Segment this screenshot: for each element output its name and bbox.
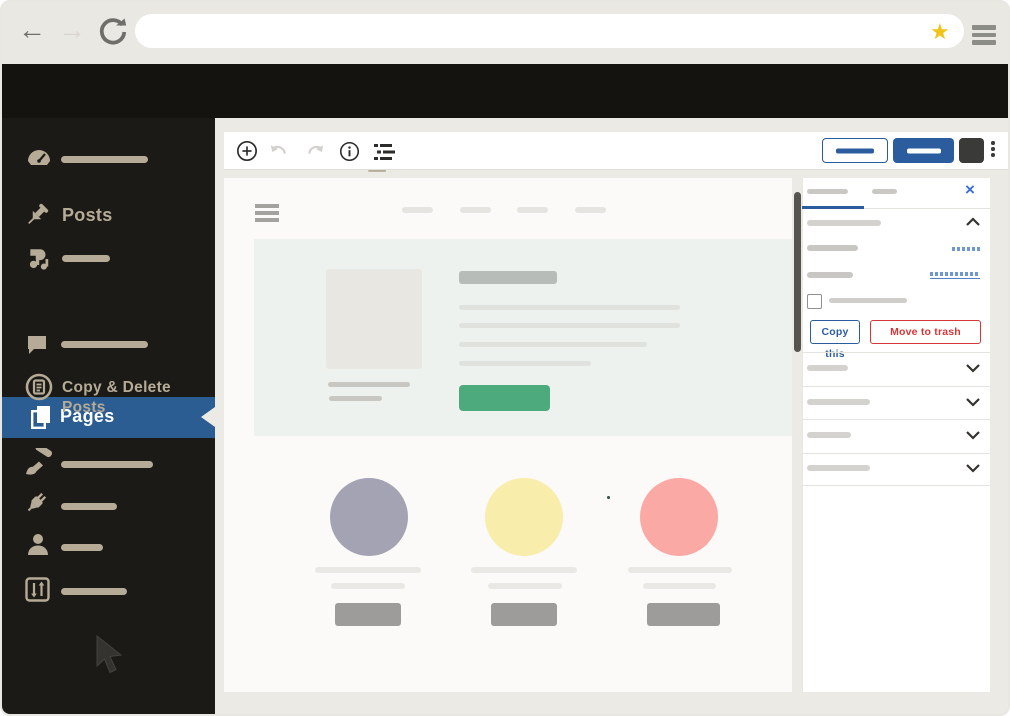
panel-collapsed-section-title	[807, 465, 870, 471]
redo-icon[interactable]	[306, 142, 326, 162]
undo-icon[interactable]	[268, 142, 288, 162]
panel-move-to-trash-button[interactable]: Move to trash	[870, 320, 981, 344]
sidebar-item-posts[interactable]: Posts	[62, 205, 113, 226]
panel-checkbox-label	[829, 298, 907, 303]
comments-icon[interactable]	[25, 333, 49, 357]
chevron-down-icon[interactable]	[965, 462, 981, 474]
sidebar-item-appearance[interactable]	[61, 461, 153, 468]
feature-button[interactable]	[647, 603, 720, 626]
panel-divider	[802, 352, 990, 353]
hero-image-placeholder	[326, 269, 422, 369]
back-arrow-icon[interactable]: ←	[18, 16, 46, 44]
panel-divider	[802, 419, 990, 420]
hero-caption-line	[329, 396, 382, 401]
panel-copy-this-button[interactable]: Copy this	[810, 320, 860, 360]
feature-circle-1	[330, 478, 408, 556]
feature-circle-3	[640, 478, 718, 556]
url-input[interactable]	[135, 14, 964, 48]
text-caret-dot	[607, 496, 610, 499]
sidebar-item-media[interactable]	[62, 255, 110, 262]
plugin-icon[interactable]	[24, 489, 50, 515]
wp-sidebar-menu: Posts Pages Copy & Delete Posts	[2, 118, 215, 714]
panel-tab-block[interactable]	[872, 189, 897, 194]
panel-collapsed-section-title	[807, 365, 848, 371]
panel-collapsed-section-title	[807, 432, 851, 438]
users-icon[interactable]	[25, 531, 51, 557]
hero-title-placeholder	[459, 271, 557, 284]
panel-field-label	[807, 272, 853, 278]
publish-label-placeholder	[906, 148, 941, 153]
chevron-down-icon[interactable]	[965, 429, 981, 441]
hero-cta-button[interactable]	[459, 385, 550, 411]
publish-button[interactable]	[893, 138, 954, 163]
sidebar-item-plugins[interactable]	[61, 503, 117, 510]
hero-text-line	[459, 323, 680, 328]
hero-text-line	[459, 305, 680, 310]
info-icon[interactable]	[339, 141, 360, 162]
feature-text-line	[628, 567, 732, 573]
list-view-icon[interactable]	[374, 143, 395, 161]
editor-scrollbar-thumb[interactable]	[794, 192, 801, 352]
feature-button[interactable]	[491, 603, 557, 626]
panel-field-value-link[interactable]	[952, 247, 980, 251]
preview-hamburger-icon	[255, 204, 279, 222]
chevron-up-icon[interactable]	[965, 216, 981, 228]
nav-link-placeholder	[517, 207, 548, 213]
nav-link-placeholder	[402, 207, 433, 213]
feature-circle-2	[485, 478, 563, 556]
wp-admin-bar: W + Copy this Copy & Delete [0]	[2, 64, 1008, 177]
panel-tab-document[interactable]	[807, 189, 848, 194]
appearance-brush-icon[interactable]	[24, 448, 52, 476]
mouse-cursor-icon	[95, 635, 127, 677]
sidebar-item-settings[interactable]	[61, 588, 127, 595]
sidebar-item-users[interactable]	[61, 544, 103, 551]
browser-toolbar: ← → ★	[2, 2, 1008, 64]
sidebar-item-comments[interactable]	[61, 341, 148, 348]
reload-icon[interactable]	[98, 17, 128, 47]
copy-delete-icon[interactable]	[25, 373, 53, 401]
block-inserter-icon[interactable]	[236, 140, 258, 162]
bookmark-star-icon[interactable]: ★	[930, 19, 950, 45]
panel-collapsed-section-title	[807, 399, 870, 405]
panel-checkbox[interactable]	[807, 294, 822, 309]
hero-caption-line	[328, 382, 410, 387]
chevron-down-icon[interactable]	[965, 396, 981, 408]
sidebar-item-dashboard[interactable]	[61, 156, 148, 163]
browser-menu-icon[interactable]	[972, 25, 996, 48]
panel-divider	[802, 453, 990, 454]
hero-text-line	[459, 342, 647, 347]
feature-button[interactable]	[335, 603, 401, 626]
active-item-arrow	[201, 407, 215, 427]
panel-field-value-link[interactable]	[930, 272, 980, 279]
feature-text-line	[331, 583, 405, 589]
feature-text-line	[471, 567, 577, 573]
panel-field-label	[807, 245, 858, 251]
pages-icon	[29, 405, 53, 431]
nav-link-placeholder	[575, 207, 606, 213]
pushpin-icon[interactable]	[24, 202, 50, 228]
nav-link-placeholder	[460, 207, 491, 213]
panel-divider	[802, 386, 990, 387]
settings-sliders-icon[interactable]	[25, 577, 50, 602]
dashboard-gauge-icon[interactable]	[27, 148, 51, 168]
panel-divider	[802, 485, 990, 486]
forward-arrow-icon[interactable]: →	[58, 16, 86, 44]
panel-section-title-placeholder	[807, 220, 881, 226]
browser-window: ← → ★ W + Copy this Copy & Delete [0]	[0, 0, 1010, 716]
settings-toggle-button[interactable]	[959, 138, 984, 163]
media-icon[interactable]	[26, 246, 52, 272]
feature-text-line	[643, 583, 716, 589]
sidebar-item-copy-delete-posts[interactable]: Copy & Delete Posts	[62, 378, 194, 419]
save-draft-label-placeholder	[836, 148, 874, 153]
close-icon[interactable]: ×	[965, 181, 975, 198]
active-tab-underline	[802, 206, 864, 209]
hero-text-line	[459, 361, 591, 366]
feature-text-line	[488, 583, 562, 589]
save-draft-button[interactable]	[822, 138, 888, 163]
chevron-down-icon[interactable]	[965, 362, 981, 374]
options-kebab-icon[interactable]	[991, 141, 995, 159]
feature-text-line	[315, 567, 421, 573]
